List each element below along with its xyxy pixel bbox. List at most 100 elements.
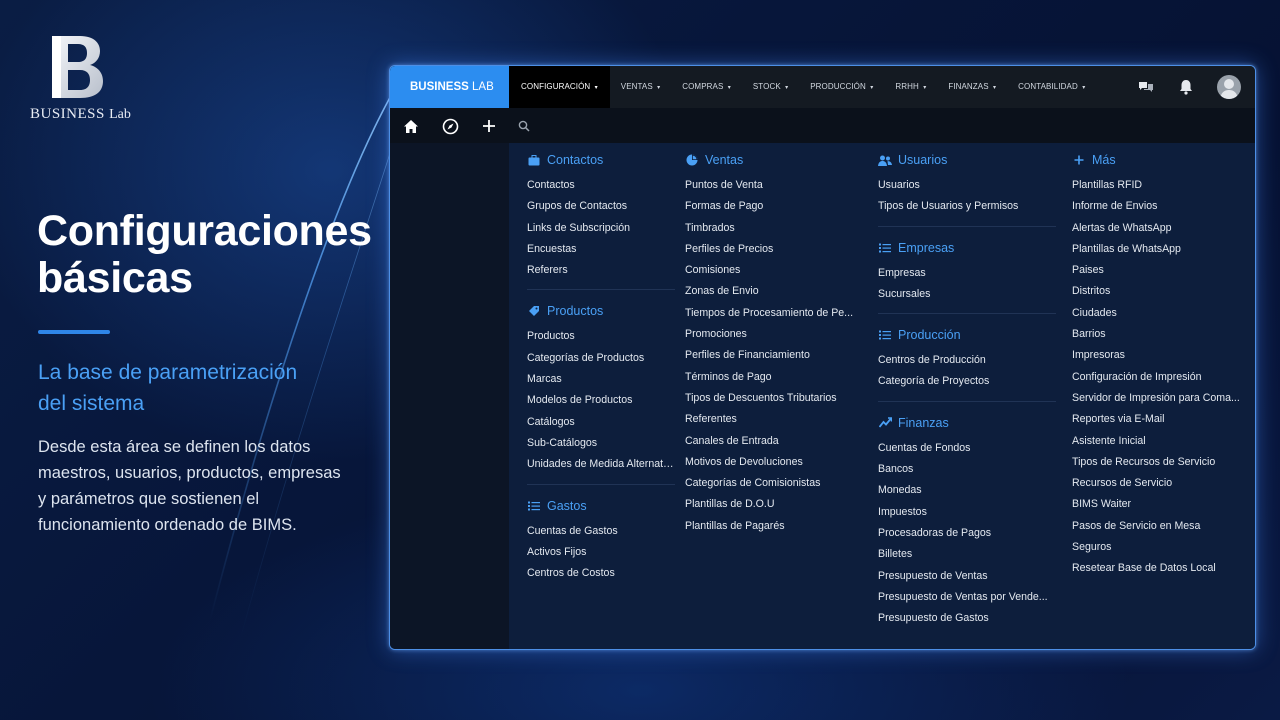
menu-link-bancos[interactable]: Bancos	[878, 459, 1056, 480]
menu-link-referentes[interactable]: Referentes	[685, 409, 857, 430]
menu-link-promociones[interactable]: Promociones	[685, 324, 857, 345]
menu-link-cuentas-fondos[interactable]: Cuentas de Fondos	[878, 438, 1056, 459]
menu-link-zonas-envio[interactable]: Zonas de Envio	[685, 281, 857, 302]
menu-link-descuentos-tributarios[interactable]: Tipos de Descuentos Tributarios	[685, 388, 857, 409]
search-icon[interactable]	[515, 117, 533, 135]
home-icon[interactable]	[402, 117, 420, 135]
nav-configuracion[interactable]: CONFIGURACIÓN ▾	[509, 66, 610, 108]
section-label: Empresas	[898, 240, 955, 255]
menu-link-recursos-servicio[interactable]: Recursos de Servicio	[1072, 473, 1244, 494]
app-brand[interactable]: BUSINESS LAB	[390, 66, 509, 108]
section-divider	[878, 313, 1056, 315]
nav-ventas[interactable]: VENTAS ▾	[610, 66, 671, 108]
nav-label: STOCK	[752, 82, 781, 91]
menu-link-sub-catalogos[interactable]: Sub-Catálogos	[527, 433, 675, 454]
menu-link-catalogos[interactable]: Catálogos	[527, 412, 675, 433]
section-label: Productos	[547, 304, 604, 319]
menu-link-referers[interactable]: Referers	[527, 260, 675, 281]
menu-link-motivos-devoluciones[interactable]: Motivos de Devoluciones	[685, 452, 857, 473]
nav-compras[interactable]: COMPRAS ▾	[671, 66, 742, 108]
menu-link-plantillas-rfid[interactable]: Plantillas RFID	[1072, 175, 1244, 196]
menu-link-grupos-contactos[interactable]: Grupos de Contactos	[527, 196, 675, 217]
menu-link-sucursales[interactable]: Sucursales	[878, 284, 1056, 305]
menu-link-categorias-comisionistas[interactable]: Categorías de Comisionistas	[685, 473, 857, 494]
nav-produccion[interactable]: PRODUCCIÓN ▾	[799, 66, 884, 108]
bell-icon[interactable]	[1177, 78, 1195, 96]
menu-link-monedas[interactable]: Monedas	[878, 480, 1056, 501]
menu-link-procesadoras-pagos[interactable]: Procesadoras de Pagos	[878, 523, 1056, 544]
nav-rrhh[interactable]: RRHH ▾	[884, 66, 937, 108]
menu-link-presupuesto-gastos[interactable]: Presupuesto de Gastos	[878, 608, 1056, 629]
menu-link-barrios[interactable]: Barrios	[1072, 324, 1244, 345]
menu-link-presupuesto-ventas[interactable]: Presupuesto de Ventas	[878, 566, 1056, 587]
menu-link-informe-envios[interactable]: Informe de Envios	[1072, 196, 1244, 217]
menu-link-plantillas-whatsapp[interactable]: Plantillas de WhatsApp	[1072, 239, 1244, 260]
nav-finanzas[interactable]: FINANZAS ▾	[937, 66, 1007, 108]
menu-link-tipos-usuarios[interactable]: Tipos de Usuarios y Permisos	[878, 196, 1056, 217]
caret-down-icon: ▾	[785, 85, 789, 91]
menu-link-servidor-impresion[interactable]: Servidor de Impresión para Coma...	[1072, 388, 1244, 409]
menu-link-bims-waiter[interactable]: BIMS Waiter	[1072, 494, 1244, 515]
chat-icon[interactable]	[1137, 78, 1155, 96]
menu-link-comisiones[interactable]: Comisiones	[685, 260, 857, 281]
menu-link-categorias-productos[interactable]: Categorías de Productos	[527, 348, 675, 369]
menu-link-cuentas-gastos[interactable]: Cuentas de Gastos	[527, 521, 675, 542]
menu-link-tiempos-procesamiento[interactable]: Tiempos de Procesamiento de Pe...	[685, 303, 857, 324]
menu-link-perfiles-precios[interactable]: Perfiles de Precios	[685, 239, 857, 260]
caret-down-icon: ▾	[870, 85, 874, 91]
menu-link-timbrados[interactable]: Timbrados	[685, 218, 857, 239]
menu-link-configuracion-impresion[interactable]: Configuración de Impresión	[1072, 367, 1244, 388]
menu-link-puntos-venta[interactable]: Puntos de Venta	[685, 175, 857, 196]
hero-subtitle-line2: del sistema	[38, 392, 145, 415]
brand-logo: BUSINESS Lab	[30, 34, 140, 123]
list-icon	[878, 328, 892, 342]
menu-link-ciudades[interactable]: Ciudades	[1072, 303, 1244, 324]
menu-link-empresas[interactable]: Empresas	[878, 263, 1056, 284]
menu-link-links-subscripcion[interactable]: Links de Subscripción	[527, 218, 675, 239]
menu-link-canales-entrada[interactable]: Canales de Entrada	[685, 431, 857, 452]
nav-contabilidad[interactable]: CONTABILIDAD ▾	[1007, 66, 1096, 108]
menu-link-marcas[interactable]: Marcas	[527, 369, 675, 390]
menu-link-seguros[interactable]: Seguros	[1072, 537, 1244, 558]
menu-link-resetear-base-datos[interactable]: Resetear Base de Datos Local	[1072, 558, 1244, 579]
menu-link-unidades-medida[interactable]: Unidades de Medida Alternativas	[527, 454, 675, 475]
menu-link-encuestas[interactable]: Encuestas	[527, 239, 675, 260]
nav-label: CONFIGURACIÓN	[521, 82, 591, 91]
menu-link-distritos[interactable]: Distritos	[1072, 281, 1244, 302]
menu-link-categoria-proyectos[interactable]: Categoría de Proyectos	[878, 371, 1056, 392]
menu-link-asistente-inicial[interactable]: Asistente Inicial	[1072, 431, 1244, 452]
section-divider	[527, 289, 675, 291]
hero-title: Configuraciones básicas	[37, 208, 377, 302]
menu-link-centros-produccion[interactable]: Centros de Producción	[878, 350, 1056, 371]
menu-link-contactos[interactable]: Contactos	[527, 175, 675, 196]
menu-link-modelos-productos[interactable]: Modelos de Productos	[527, 390, 675, 411]
menu-link-impresoras[interactable]: Impresoras	[1072, 345, 1244, 366]
user-avatar[interactable]	[1217, 75, 1241, 99]
menu-link-paises[interactable]: Paises	[1072, 260, 1244, 281]
section-empresas: Empresas Empresas Sucursales	[878, 239, 1056, 306]
menu-link-pasos-servicio-mesa[interactable]: Pasos de Servicio en Mesa	[1072, 516, 1244, 537]
section-gastos: Gastos Cuentas de Gastos Activos Fijos C…	[527, 497, 675, 585]
menu-link-alertas-whatsapp[interactable]: Alertas de WhatsApp	[1072, 218, 1244, 239]
menu-link-terminos-pago[interactable]: Términos de Pago	[685, 367, 857, 388]
menu-link-billetes[interactable]: Billetes	[878, 544, 1056, 565]
hero-title-line2: básicas	[37, 254, 193, 302]
menu-link-usuarios[interactable]: Usuarios	[878, 175, 1056, 196]
compass-icon[interactable]	[441, 117, 459, 135]
menu-link-plantillas-pagares[interactable]: Plantillas de Pagarés	[685, 516, 857, 537]
menu-link-perfiles-financiamiento[interactable]: Perfiles de Financiamiento	[685, 345, 857, 366]
menu-link-impuestos[interactable]: Impuestos	[878, 502, 1056, 523]
menu-link-tipos-recursos-servicio[interactable]: Tipos de Recursos de Servicio	[1072, 452, 1244, 473]
menu-link-centros-costos[interactable]: Centros de Costos	[527, 563, 675, 584]
nav-stock[interactable]: STOCK ▾	[742, 66, 799, 108]
menu-link-reportes-email[interactable]: Reportes via E-Mail	[1072, 409, 1244, 430]
app-topbar: BUSINESS LAB CONFIGURACIÓN ▾ VENTAS ▾ CO…	[390, 66, 1255, 108]
menu-link-productos[interactable]: Productos	[527, 326, 675, 347]
section-title-produccion: Producción	[878, 326, 1056, 344]
menu-link-activos-fijos[interactable]: Activos Fijos	[527, 542, 675, 563]
menu-link-plantillas-dou[interactable]: Plantillas de D.O.U	[685, 494, 857, 515]
menu-link-presupuesto-ventas-vendedor[interactable]: Presupuesto de Ventas por Vende...	[878, 587, 1056, 608]
topbar-actions	[1137, 66, 1241, 108]
plus-icon[interactable]	[480, 117, 498, 135]
menu-link-formas-pago[interactable]: Formas de Pago	[685, 196, 857, 217]
